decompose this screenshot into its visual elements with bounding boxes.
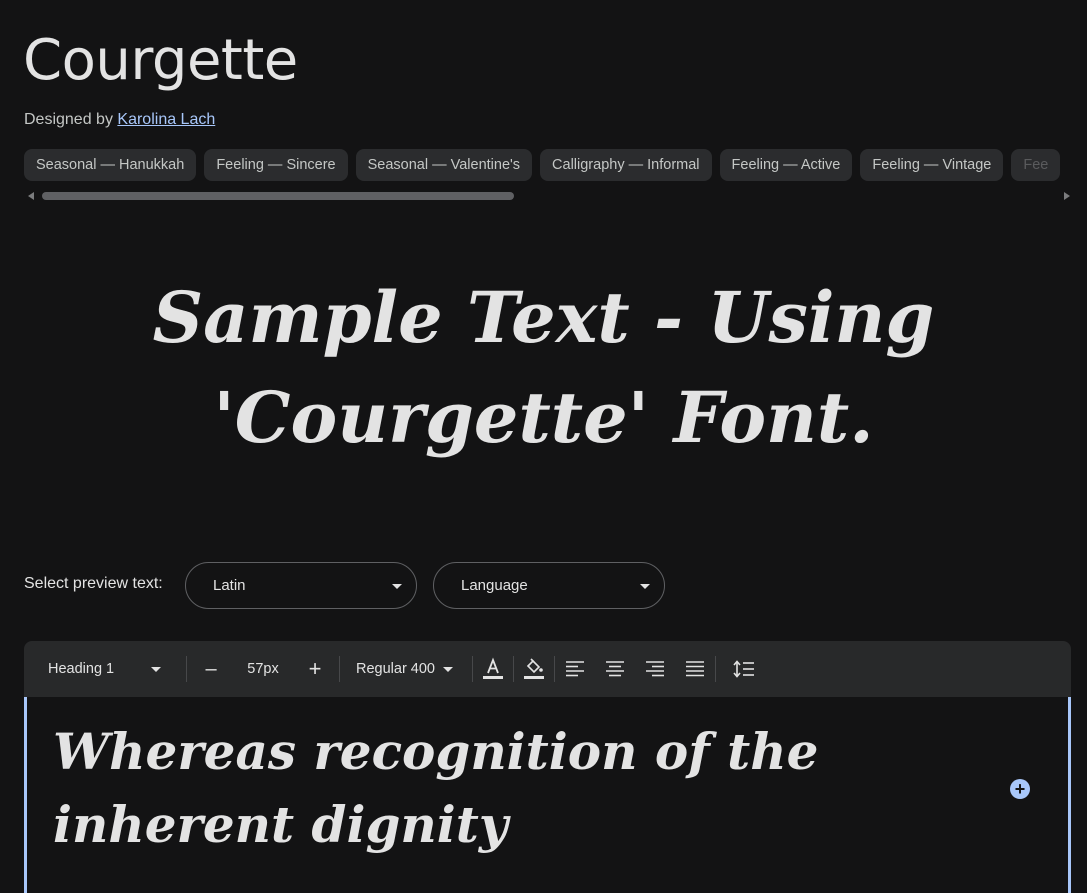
text-color-icon: [483, 657, 503, 679]
editor-text[interactable]: Whereas recognition of the inherent dign…: [53, 715, 1003, 861]
tag-chip[interactable]: Calligraphy — Informal: [540, 149, 712, 181]
sample-text-hero: Sample Text - Using 'Courgette' Font.: [0, 268, 1087, 468]
editor-toolbar: Heading 1 – 57px + Regular 400: [24, 641, 1071, 697]
align-left-button[interactable]: [555, 641, 595, 697]
font-weight-value: Regular 400: [356, 661, 435, 677]
tag-chip[interactable]: Feeling — Sincere: [204, 149, 348, 181]
preview-editor[interactable]: Whereas recognition of the inherent dign…: [24, 697, 1071, 893]
tag-list: Seasonal — Hanukkah Feeling — Sincere Se…: [24, 149, 1087, 181]
line-height-icon: [733, 660, 754, 678]
designer-link[interactable]: Karolina Lach: [117, 111, 215, 128]
script-select[interactable]: Latin: [185, 562, 417, 609]
tag-chip[interactable]: Seasonal — Hanukkah: [24, 149, 197, 181]
fill-color-icon: [524, 658, 544, 679]
scrollbar-thumb[interactable]: [42, 192, 514, 200]
dropdown-arrow-icon: [392, 584, 402, 589]
font-specimen-page: Courgette Designed by Karolina Lach Seas…: [0, 0, 1087, 893]
increase-size-button[interactable]: +: [291, 641, 339, 697]
tag-chip[interactable]: Feeling — Vintage: [860, 149, 1004, 181]
script-select-value: Latin: [213, 577, 246, 594]
tags-scrollbar[interactable]: [24, 190, 1074, 202]
scroll-left-arrow-icon[interactable]: [28, 192, 34, 200]
language-select-value: Language: [461, 577, 528, 594]
text-style-select[interactable]: Heading 1: [24, 641, 186, 697]
dropdown-arrow-icon: [640, 584, 650, 589]
sample-text-line: 'Courgette' Font.: [213, 376, 874, 459]
language-select[interactable]: Language: [433, 562, 665, 609]
highlight-color-button[interactable]: [514, 641, 554, 697]
plus-icon: +: [308, 656, 322, 681]
preview-text-label: Select preview text:: [24, 575, 163, 592]
font-weight-select[interactable]: Regular 400: [340, 641, 472, 697]
tag-chip[interactable]: Feeling — Active: [719, 149, 853, 181]
add-preview-button[interactable]: +: [1010, 779, 1030, 799]
dropdown-arrow-icon: [151, 666, 162, 672]
align-right-button[interactable]: [635, 641, 675, 697]
minus-icon: –: [205, 657, 217, 680]
font-size-value[interactable]: 57px: [235, 641, 291, 697]
plus-icon: +: [1014, 779, 1026, 799]
tag-chip[interactable]: Fee: [1011, 149, 1061, 181]
designer-line: Designed by Karolina Lach: [24, 111, 215, 129]
line-height-button[interactable]: [716, 641, 772, 697]
text-style-value: Heading 1: [48, 661, 115, 677]
align-left-icon: [566, 661, 584, 677]
font-title: Courgette: [23, 28, 298, 93]
align-justify-button[interactable]: [675, 641, 715, 697]
align-right-icon: [646, 661, 664, 677]
align-justify-icon: [686, 661, 704, 677]
scroll-right-arrow-icon[interactable]: [1064, 192, 1070, 200]
tag-chip[interactable]: Seasonal — Valentine's: [355, 149, 533, 181]
designed-by-prefix: Designed by: [24, 111, 113, 128]
decrease-size-button[interactable]: –: [187, 641, 235, 697]
text-color-button[interactable]: [473, 641, 513, 697]
sample-text-line: Sample Text - Using: [152, 276, 935, 359]
dropdown-arrow-icon: [443, 666, 453, 672]
align-center-button[interactable]: [595, 641, 635, 697]
align-center-icon: [606, 661, 624, 677]
